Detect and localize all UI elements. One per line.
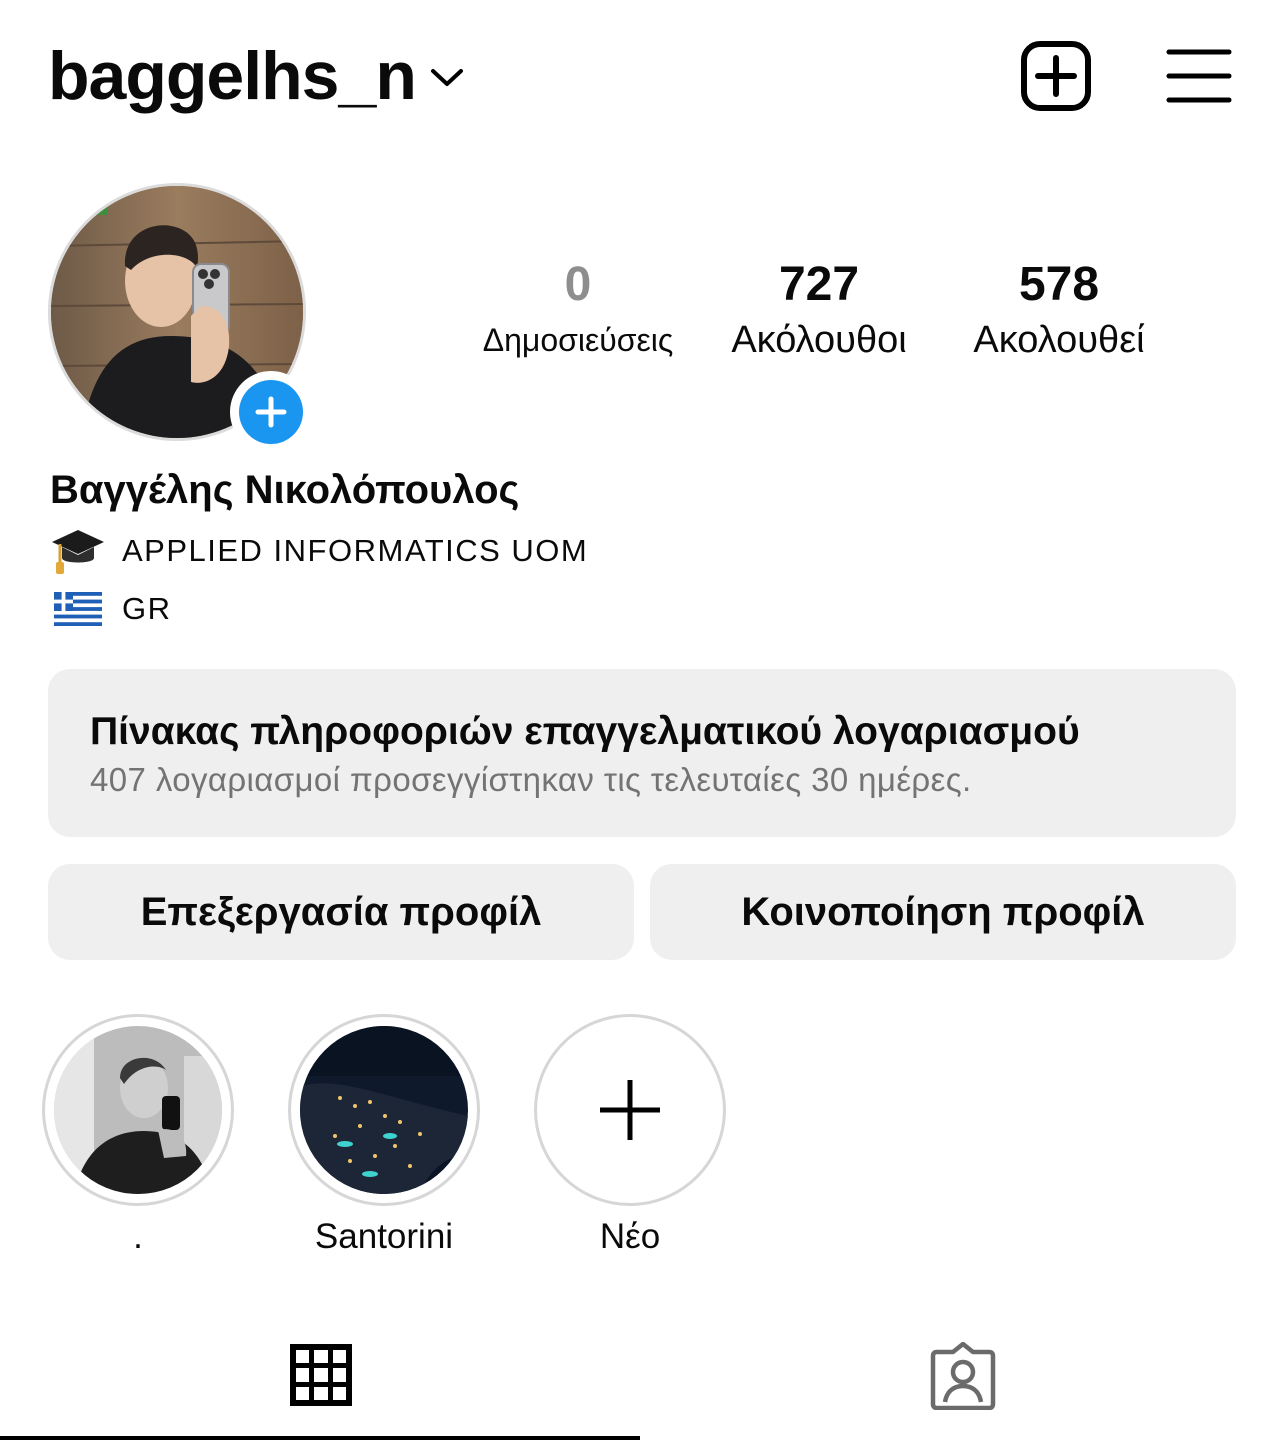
share-profile-button[interactable]: Κοινοποίηση προφίλ: [650, 864, 1236, 960]
followers-count-value: 727: [778, 258, 860, 311]
followers-count-label: Ακόλουθοι: [731, 319, 907, 361]
story-highlight[interactable]: Santorini: [288, 1014, 480, 1260]
account-switcher[interactable]: baggelhs_n: [48, 36, 464, 116]
bio-line: APPLIED INFORMATICS UOM: [50, 526, 588, 576]
highlight-ring: [288, 1014, 480, 1206]
plus-icon: [600, 1080, 660, 1140]
tab-tagged[interactable]: [642, 1330, 1284, 1440]
tagged-person-icon: [930, 1342, 996, 1410]
posts-count-label: Δημοσιεύσεις: [482, 322, 674, 358]
tab-posts-grid[interactable]: [0, 1330, 642, 1440]
new-highlight-button[interactable]: Νέο: [534, 1014, 726, 1260]
highlight-ring: [42, 1014, 234, 1206]
posts-count-value: 0: [564, 258, 592, 311]
create-post-button[interactable]: [1020, 40, 1092, 112]
following-count-value: 578: [1018, 258, 1100, 311]
bio-text: GR: [122, 591, 172, 626]
highlight-cover: [300, 1026, 468, 1194]
highlight-label: Νέο: [599, 1217, 661, 1256]
grid-icon: [290, 1344, 352, 1406]
chevron-down-icon: [430, 67, 464, 94]
following-count-label: Ακολουθεί: [973, 319, 1145, 361]
bio-text: APPLIED INFORMATICS UOM: [122, 533, 589, 568]
plus-square-icon: [1021, 41, 1091, 111]
add-story-button[interactable]: [230, 371, 312, 453]
highlight-label: Santorini: [314, 1217, 454, 1256]
edit-profile-button[interactable]: Επεξεργασία προφίλ: [48, 864, 634, 960]
username: baggelhs_n: [48, 38, 417, 114]
active-tab-indicator: [0, 1436, 640, 1440]
highlight-cover: [54, 1026, 222, 1194]
posts-count: 0 Δημοσιεύσεις: [468, 256, 688, 366]
menu-button[interactable]: [1166, 46, 1232, 106]
professional-dashboard-card[interactable]: Πίνακας πληροφοριών επαγγελματικού λογαρ…: [48, 669, 1236, 837]
greek-flag-icon: [54, 592, 102, 626]
story-highlight[interactable]: .: [42, 1014, 234, 1260]
followers-count[interactable]: 727 Ακόλουθοι: [712, 256, 926, 366]
highlight-ring: [534, 1014, 726, 1206]
full-name: Βαγγέλης Νικολόπουλος: [50, 468, 520, 512]
dashboard-subtitle: 407 λογαριασμοί προσεγγίστηκαν τις τελευ…: [90, 761, 972, 798]
profile-avatar-area: [48, 183, 312, 453]
graduation-cap-icon: [52, 530, 104, 574]
profile-header: baggelhs_n: [0, 0, 1284, 150]
following-count[interactable]: 578 Ακολουθεί: [952, 256, 1166, 366]
hamburger-menu-icon: [1166, 49, 1232, 103]
highlight-label: .: [133, 1217, 143, 1256]
dashboard-title: Πίνακας πληροφοριών επαγγελματικού λογαρ…: [90, 710, 1080, 753]
plus-icon: [255, 396, 287, 428]
bio-line: GR: [50, 584, 172, 634]
